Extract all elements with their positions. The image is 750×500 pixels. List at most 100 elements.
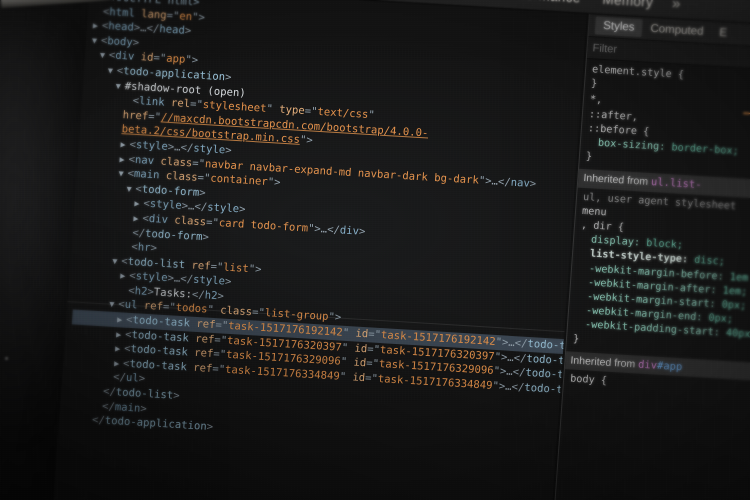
dom-token-tag: main (133, 168, 160, 182)
dom-token-tag: head (158, 23, 186, 37)
more-tabs-icon[interactable]: » (663, 0, 689, 19)
dom-token-punct: > (202, 230, 210, 244)
dom-token-punct: > (184, 24, 192, 38)
dom-token-punct: =" (212, 348, 227, 362)
dom-token-punct: </ (513, 351, 527, 365)
dom-token-punct: =" (213, 333, 228, 347)
tabstrip-spacer (688, 4, 750, 9)
dom-token-tag: nav (134, 153, 155, 167)
inherited-element-tag[interactable]: ul.list- (651, 176, 702, 191)
css-rule[interactable]: menu, dir {display: block; list-style-typ… (572, 205, 750, 362)
dom-token-attr: class (213, 304, 253, 319)
dom-token-tag: html (108, 5, 136, 20)
dom-token-punct: </ (191, 288, 206, 302)
dom-token-punct: "> (307, 222, 322, 236)
dom-token-attr: ref (186, 361, 213, 375)
dom-token-punct: > (224, 144, 232, 157)
devtools-monitor-photo: Elements Console Sources Application Net… (0, 0, 750, 500)
dom-token-punct: > (198, 186, 207, 199)
elements-dom-pane[interactable]: <!DOCTYPE html><html lang="en"><head>…</… (48, 0, 588, 500)
tab-eventlisteners[interactable]: E (711, 23, 736, 42)
css-property-value: block; (645, 238, 684, 252)
dom-token-punct: </ (194, 200, 208, 214)
css-property-value: 0px; (721, 299, 747, 313)
dom-token-tag: link (138, 95, 166, 109)
dom-token-punct: =" (191, 156, 206, 170)
dom-token-punct: </ (180, 141, 194, 155)
dom-token-punct: </ (112, 371, 127, 385)
dom-token-tag: style (135, 138, 169, 153)
dom-token-tag: hr (137, 241, 151, 255)
dom-token-punct: > (150, 242, 158, 255)
dom-token-punct: "> (494, 350, 508, 364)
dom-token-attr: ref (189, 317, 216, 332)
dom-token-punct: > (224, 275, 232, 289)
dom-token-punct: =" (205, 216, 220, 230)
dom-token-attr: id (348, 327, 369, 341)
dom-token-val: app (165, 53, 186, 67)
css-rule[interactable]: *, _reboot.scss:18::after,::before {box-s… (585, 94, 750, 180)
devtools-window: Elements Console Sources Application Net… (48, 0, 750, 500)
dom-token-val: text/css (316, 106, 369, 122)
spacer-icon (94, 394, 103, 395)
dom-tree[interactable]: <!DOCTYPE html><html lang="en"><head>…</… (59, 0, 587, 456)
tab-computed[interactable]: Computed (642, 19, 712, 41)
dom-token-attr: class (167, 213, 207, 229)
splitter-handle[interactable]: ••• (0, 351, 12, 366)
dom-token-punct: "> (299, 134, 314, 147)
dom-token-punct: </ (91, 414, 106, 427)
dom-token-punct: > (132, 36, 140, 49)
dom-token-tag: style (192, 273, 226, 288)
dom-token-punct: > (238, 203, 246, 216)
dom-token-punct: > (529, 177, 537, 190)
dom-token-attr: ref (184, 258, 211, 273)
dom-token-tag: style (206, 201, 240, 216)
dom-token-tag: h2 (134, 285, 148, 298)
dom-token-punct: =" (251, 306, 266, 320)
dom-token-punct: =" (304, 105, 318, 118)
inherited-element-id[interactable]: #app (657, 360, 683, 373)
dom-token-attr: class (153, 154, 193, 169)
dom-token-attr: id (346, 356, 367, 370)
dom-token-punct: =" (366, 342, 381, 356)
dom-token-punct: "> (267, 176, 281, 189)
dom-token-punct: "> (492, 379, 506, 393)
css-property-value: border-box; (670, 142, 740, 158)
css-property-value: disc; (693, 255, 726, 269)
dom-token-punct: "> (328, 311, 342, 325)
tab-styles[interactable]: Styles (594, 16, 644, 38)
dom-token-tag: ul (124, 299, 138, 312)
dom-token-tag: style (135, 270, 168, 285)
dom-token-punct: </ (497, 175, 512, 189)
dom-token-attr: type (272, 103, 306, 118)
dom-token-attr: id (345, 370, 366, 385)
dom-token-punct: > (139, 402, 148, 415)
dom-token-punct: =" (364, 372, 379, 385)
dom-token-punct: > (224, 71, 232, 84)
devtools-panes: <!DOCTYPE html><html lang="en"><head>…</… (48, 0, 750, 500)
spacer-icon (93, 408, 102, 409)
css-property-value: 40px; (725, 328, 750, 342)
dom-token-punct: "> (478, 174, 493, 187)
dom-token-tag: style (192, 142, 226, 157)
styles-rules-list[interactable]: element.style {} *, _reboot.scss:18::after… (563, 59, 750, 408)
dom-token-punct: </ (512, 366, 526, 380)
dom-token-tag: nav (510, 176, 531, 190)
dom-token-attr: href (122, 108, 149, 123)
dom-token-punct: </ (101, 400, 116, 413)
dom-token-attr: ref (136, 299, 164, 314)
dom-token-punct: </ (102, 385, 117, 399)
spacer-icon (119, 293, 128, 294)
dom-token-punct: > (358, 225, 366, 238)
inherited-element-tag[interactable]: div (638, 358, 658, 371)
dom-token-attr: lang (134, 7, 168, 22)
dom-token-attr: id (133, 51, 154, 65)
dom-token-val: stylesheet (202, 99, 267, 115)
dom-token-punct: =" (197, 171, 211, 185)
dom-token-tag: div (339, 224, 360, 238)
dom-token-punct: > (206, 420, 214, 434)
dom-token-attr: id (347, 341, 368, 355)
dom-token-attr: ref (187, 346, 214, 361)
dom-token-punct: </ (132, 226, 146, 240)
dom-token-attr: ref (188, 332, 215, 346)
